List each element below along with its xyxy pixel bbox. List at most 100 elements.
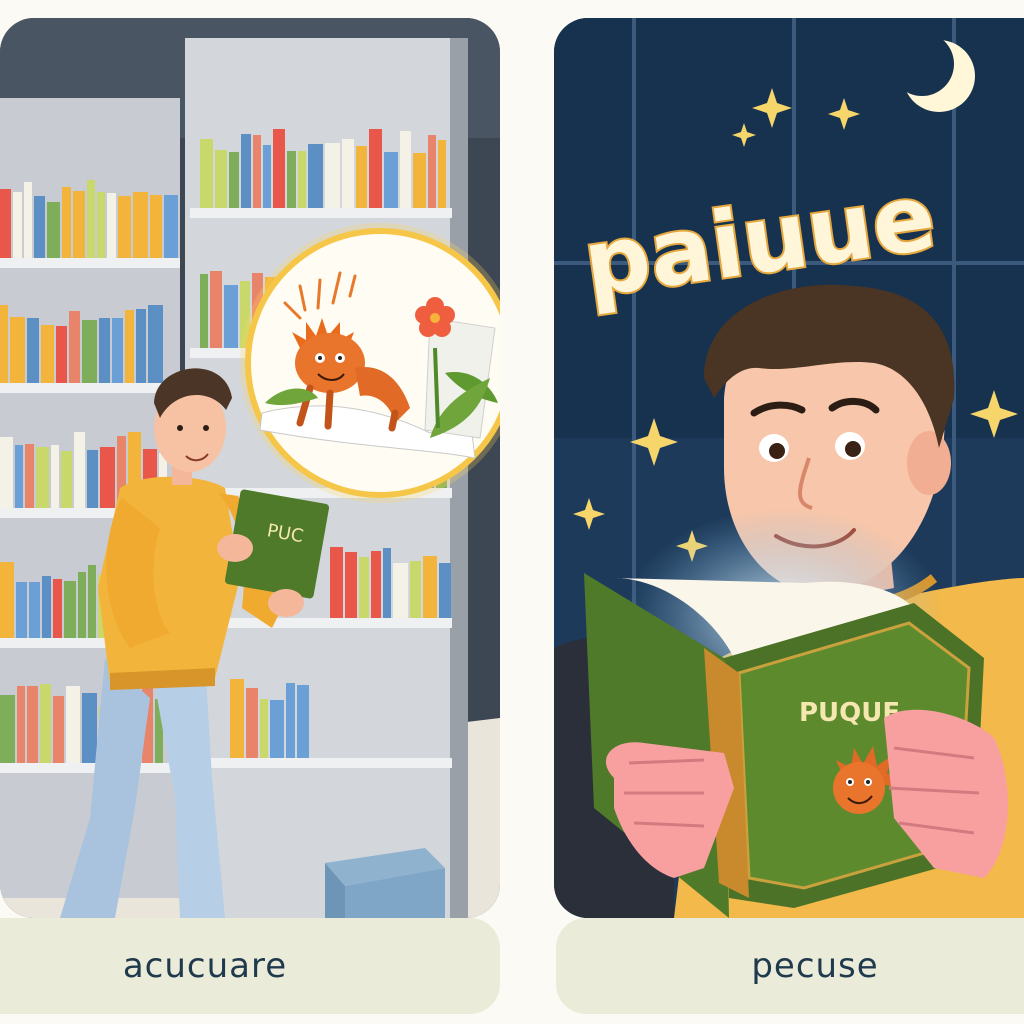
right-caption: pecuse <box>751 946 879 986</box>
book-spine <box>241 134 251 208</box>
book-spine <box>87 180 95 258</box>
book-spine <box>400 131 411 208</box>
book-spine <box>136 309 146 383</box>
book-spine <box>17 686 25 763</box>
book-spine <box>34 196 45 258</box>
book-spine <box>0 437 13 508</box>
shelf-board <box>0 383 180 393</box>
bookstore-scene: PUC <box>0 18 500 918</box>
book-spine <box>253 135 261 208</box>
book-spine <box>125 310 134 383</box>
book-spine <box>342 139 354 208</box>
book-spine <box>69 311 80 383</box>
right-caption-box: pecuse <box>556 918 1024 1014</box>
shelf-board <box>0 763 180 773</box>
book-spine <box>438 140 446 208</box>
book-spine <box>263 145 271 208</box>
book-spine <box>25 444 34 508</box>
book-spine <box>330 547 343 618</box>
book-spine <box>369 129 382 208</box>
book-spine <box>423 556 437 618</box>
book-spine <box>224 285 238 348</box>
book-spine <box>0 562 14 638</box>
book-spine <box>0 695 15 763</box>
book-spine <box>229 152 239 208</box>
book-spine <box>16 582 27 638</box>
shelf-board <box>190 758 452 768</box>
book-spine <box>118 196 131 258</box>
book-spine <box>164 195 178 258</box>
book-spine <box>53 696 64 763</box>
book-spine <box>36 447 49 508</box>
book-spine <box>273 129 285 208</box>
book-spine <box>51 445 59 508</box>
book-spine <box>287 151 296 208</box>
book-spine <box>308 144 323 208</box>
book-spine <box>325 143 340 208</box>
book-spine <box>0 305 8 383</box>
book-spine <box>286 683 295 758</box>
book-spine <box>27 686 38 763</box>
book-spine <box>297 685 309 758</box>
book-spine <box>428 135 436 208</box>
book-spine <box>107 193 116 258</box>
left-illustration-panel: PUC <box>0 18 500 918</box>
book-spine <box>64 581 76 638</box>
book-spine <box>371 551 381 618</box>
book-spine <box>215 150 227 208</box>
book-spine <box>345 552 357 618</box>
book-spine <box>13 192 22 258</box>
book-spine <box>15 445 23 508</box>
book-spine <box>88 565 96 638</box>
book-spine <box>78 572 86 638</box>
left-caption-box: acucuare <box>0 918 500 1014</box>
shelf-board <box>190 208 452 218</box>
book-spine <box>0 189 11 258</box>
book-spine <box>56 326 67 383</box>
book-spine <box>230 679 244 758</box>
book-spine <box>413 153 426 208</box>
book-spine <box>200 139 213 208</box>
night-reading-scene: paiuue PUQUE <box>554 18 1024 918</box>
book-spine <box>246 688 258 758</box>
book-spine <box>40 684 51 763</box>
book-spine <box>298 151 306 208</box>
book-spine <box>87 450 98 508</box>
book-spine <box>150 195 162 258</box>
book-spine <box>410 561 421 618</box>
book-spine <box>29 582 40 638</box>
book-spine <box>24 182 32 258</box>
book-spine <box>73 191 85 258</box>
book-spine <box>439 563 451 618</box>
book-spine <box>62 187 71 258</box>
book-spine <box>99 318 110 383</box>
book-spine <box>356 146 367 208</box>
book-spine <box>53 579 62 638</box>
book-spine <box>100 447 115 508</box>
book-spine <box>148 305 163 383</box>
book-spine <box>210 271 222 348</box>
book-spine <box>82 693 97 763</box>
book-spine <box>270 700 284 758</box>
book-spine <box>97 192 105 258</box>
book-spine <box>66 686 80 763</box>
book-spine <box>200 274 208 348</box>
book-spine <box>384 152 398 208</box>
book-spine <box>27 318 39 383</box>
book-spine <box>260 699 268 758</box>
left-caption: acucuare <box>122 946 288 986</box>
book-spine <box>82 320 97 383</box>
shelf-board <box>0 258 180 268</box>
book-spine <box>133 192 148 258</box>
book-spine <box>42 576 51 638</box>
book-spine <box>359 557 369 618</box>
book-spine <box>393 563 408 618</box>
book-spine <box>74 432 85 508</box>
book-spine <box>61 451 72 508</box>
book-spine <box>47 202 60 258</box>
book-spine <box>383 548 391 618</box>
book-spine <box>10 317 25 383</box>
right-illustration-panel: paiuue PUQUE <box>554 18 1024 918</box>
book-spine <box>41 325 54 383</box>
book-spine <box>112 318 123 383</box>
